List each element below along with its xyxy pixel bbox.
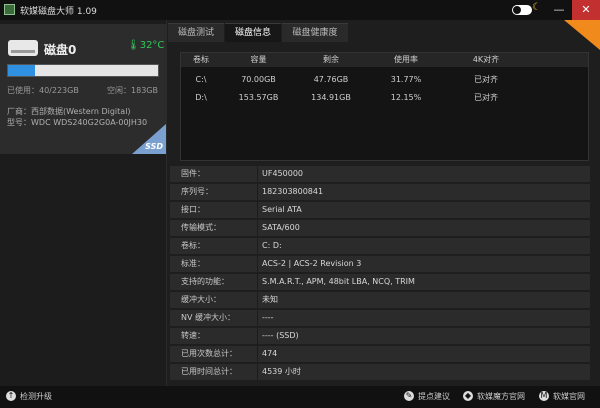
minimize-button[interactable]: — (548, 0, 570, 20)
table-cell: 31.77% (390, 75, 422, 84)
info-value: ---- (SSD) (262, 331, 299, 340)
moon-icon: ☾ (532, 2, 541, 13)
info-key: 支持的功能： (170, 274, 258, 290)
info-key: 已用时间总计： (170, 364, 258, 380)
info-value: 474 (262, 349, 278, 358)
upgrade-icon: ↑ (6, 391, 16, 401)
info-value: Serial ATA (262, 205, 302, 214)
info-key: 卷标： (170, 238, 258, 254)
info-value: 182303800841 (262, 187, 324, 196)
check-update-link[interactable]: 检测升级 (20, 391, 52, 402)
info-key: 已用次数总计： (170, 346, 258, 362)
temperature-value: 32°C (139, 40, 165, 51)
table-cell: 47.76GB (313, 75, 349, 84)
ssd-badge: SSD (145, 142, 163, 151)
tab-disk-health[interactable]: 磁盘健康度 (282, 23, 348, 42)
info-row: 接口： Serial ATA (170, 202, 590, 218)
table-cell: 12.15% (390, 93, 422, 102)
thermometer-icon: 🌡 (127, 40, 140, 51)
disk-name: 磁盘0 (44, 43, 77, 57)
info-row: 转速： ---- (SSD) (170, 328, 590, 344)
info-value: ACS-2 | ACS-2 Revision 3 (262, 259, 362, 268)
title-bar: 软媒磁盘大师 1.09 ☾ — ✕ (0, 0, 600, 20)
info-row: 固件： UF450000 (170, 166, 590, 182)
status-bar: ↑ 检测升级 ✎ 提点建议 ◆ 软媒魔方官网 M 软媒官网 (0, 386, 600, 408)
info-value: SATA/600 (262, 223, 300, 232)
info-row: 卷标： C: D: (170, 238, 590, 254)
info-key: 固件： (170, 166, 258, 182)
hard-disk-icon (8, 40, 38, 56)
close-button[interactable]: ✕ (572, 0, 600, 20)
theme-toggle[interactable] (512, 5, 532, 15)
col-header-4k: 4K对齐 (472, 55, 500, 64)
info-value: C: D: (262, 241, 282, 250)
table-cell: D:\ (195, 93, 207, 102)
table-cell: 153.57GB (238, 93, 279, 102)
info-row: 序列号： 182303800841 (170, 184, 590, 200)
col-header-usage: 使用率 (394, 55, 418, 64)
info-key: 接口： (170, 202, 258, 218)
table-cell: 已对齐 (474, 93, 498, 102)
free-space: 空闲：183GB (107, 86, 158, 95)
info-row: 已用时间总计： 4539 小时 (170, 364, 590, 380)
used-space: 已使用：40/223GB (7, 86, 79, 95)
info-key: 转速： (170, 328, 258, 344)
info-key: 标准： (170, 256, 258, 272)
tab-disk-test[interactable]: 磁盘测试 (168, 23, 224, 42)
info-key: NV 缓冲大小： (170, 310, 258, 326)
info-key: 传输模式： (170, 220, 258, 236)
mofang-icon: ◆ (463, 391, 473, 401)
table-cell: C:\ (195, 75, 207, 84)
info-value: S.M.A.R.T., APM, 48bit LBA, NCQ, TRIM (262, 277, 415, 286)
mofang-site-link[interactable]: 软媒魔方官网 (477, 391, 525, 402)
info-row: 支持的功能： S.M.A.R.T., APM, 48bit LBA, NCQ, T… (170, 274, 590, 290)
table-cell: 134.91GB (311, 93, 351, 102)
info-key: 序列号： (170, 184, 258, 200)
usage-bar (7, 64, 159, 77)
disk-sidebar: 磁盘0 🌡32°C 已使用：40/223GB 空闲：183GB 厂商：西部数据(… (0, 20, 167, 386)
info-value: 4539 小时 (262, 367, 301, 376)
info-row: 缓冲大小： 未知 (170, 292, 590, 308)
tab-disk-info[interactable]: 磁盘信息 (225, 23, 281, 42)
partition-table: 卷标 容量 剩余 使用率 4K对齐 C:\ 70.00GB 47.76GB 31… (180, 52, 589, 161)
disk-card[interactable]: 磁盘0 🌡32°C 已使用：40/223GB 空闲：183GB 厂商：西部数据(… (0, 24, 166, 154)
corner-decoration (564, 20, 600, 50)
app-icon (4, 4, 15, 15)
usage-bar-fill (8, 65, 35, 76)
app-title: 软媒磁盘大师 1.09 (20, 7, 97, 17)
col-header-capacity: 容量 (250, 55, 267, 64)
info-value: ---- (262, 313, 274, 322)
info-value: UF450000 (262, 169, 303, 178)
info-value: 未知 (262, 295, 278, 304)
feedback-link[interactable]: 提点建议 (418, 391, 450, 402)
feedback-icon: ✎ (404, 391, 414, 401)
table-cell: 已对齐 (474, 75, 498, 84)
table-cell: 70.00GB (241, 75, 276, 84)
ruanmei-icon: M (539, 391, 549, 401)
info-key: 缓冲大小： (170, 292, 258, 308)
disk-vendor: 厂商：西部数据(Western Digital) (7, 107, 131, 116)
info-row: 已用次数总计： 474 (170, 346, 590, 362)
info-row: 标准： ACS-2 | ACS-2 Revision 3 (170, 256, 590, 272)
info-row: NV 缓冲大小： ---- (170, 310, 590, 326)
col-header-free: 剩余 (323, 55, 339, 64)
temperature: 🌡32°C (127, 40, 164, 51)
ruanmei-site-link[interactable]: 软媒官网 (553, 391, 585, 402)
col-header-label: 卷标 (193, 55, 209, 64)
info-row: 传输模式： SATA/600 (170, 220, 590, 236)
